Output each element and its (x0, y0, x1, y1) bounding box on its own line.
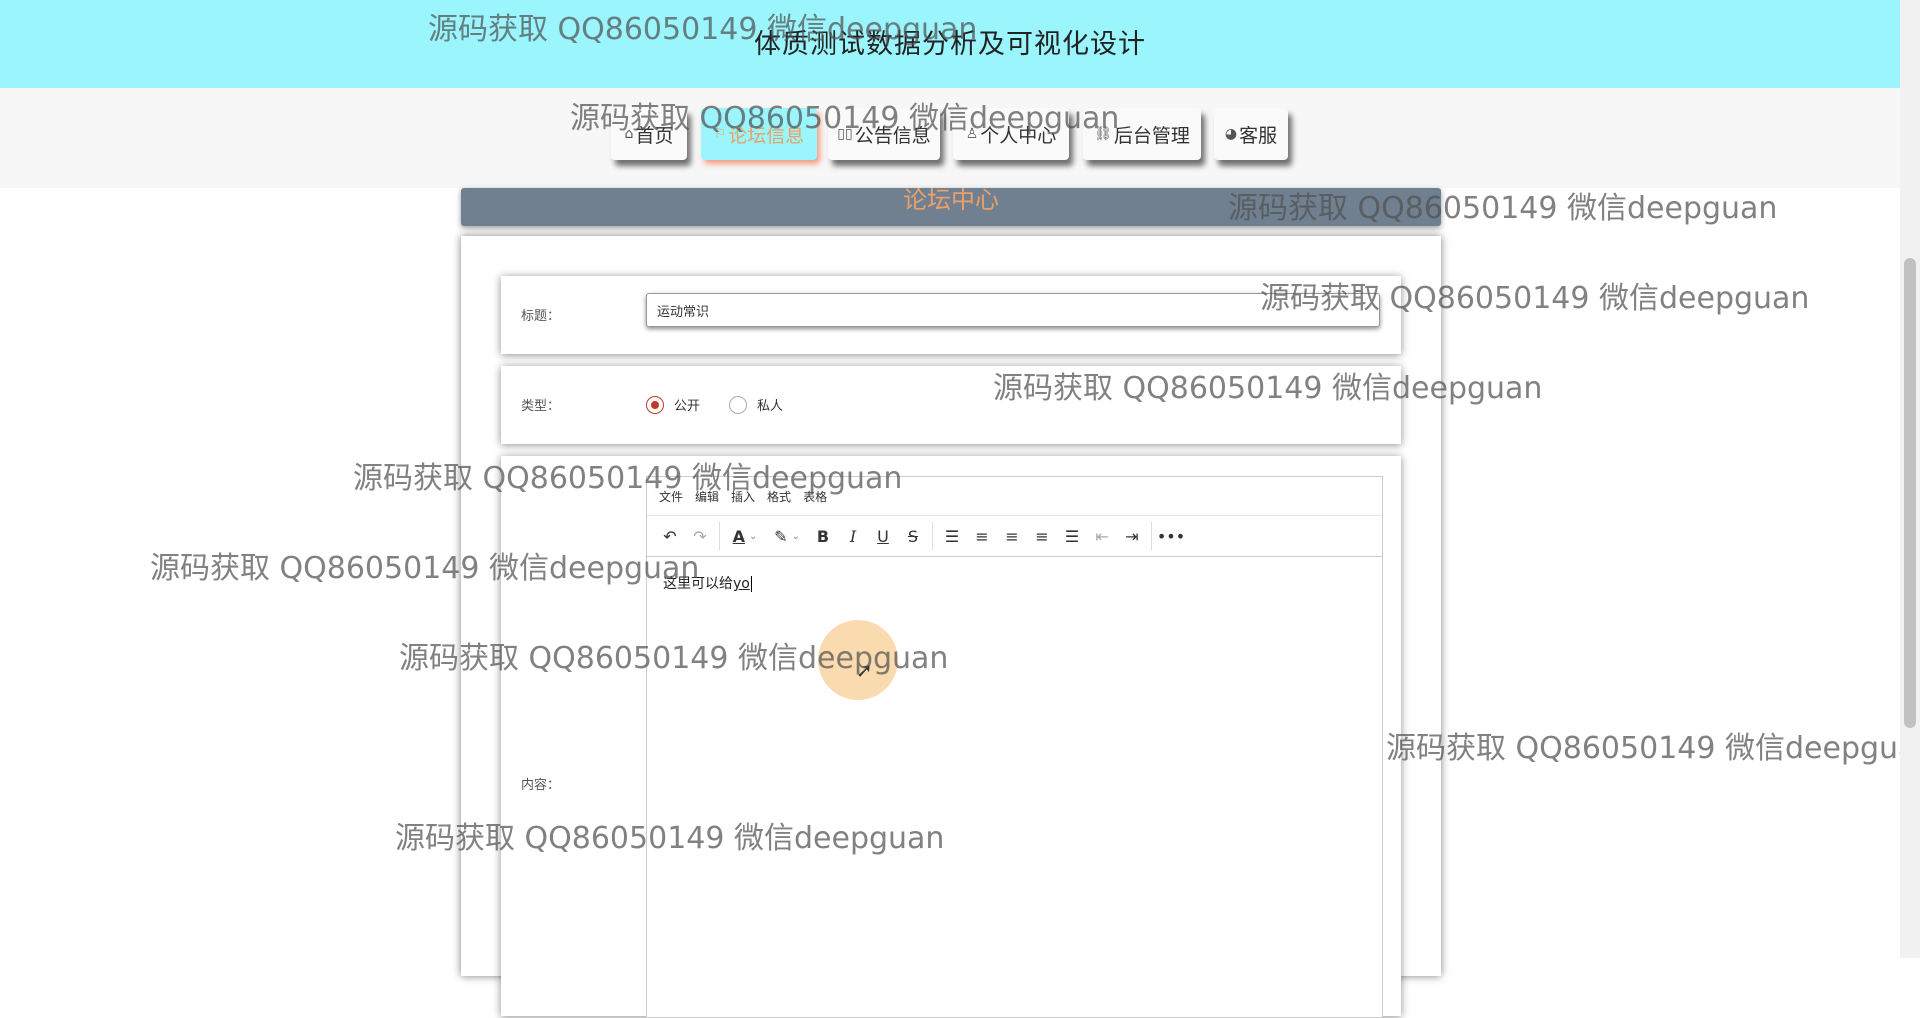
scrollbar-thumb[interactable] (1904, 258, 1916, 728)
type-label: 类型： (521, 399, 561, 414)
watermark: 源码获取 QQ86050149 微信deepguan (1386, 731, 1920, 766)
redo-icon[interactable]: ↷ (685, 522, 715, 550)
type-radio-public[interactable]: 公开 (646, 395, 700, 414)
nav-item-support[interactable]: ◕ 客服 (1214, 108, 1288, 160)
mouse-pointer-icon: ➚ (856, 658, 873, 682)
home-icon: ⌂ (624, 126, 634, 142)
flag-icon: ⚐ (713, 126, 727, 142)
user-icon: ♙ (965, 126, 979, 142)
radio-label: 公开 (674, 399, 701, 414)
bold-icon[interactable]: B (808, 522, 838, 550)
banner-title: 论坛中心 (903, 188, 999, 214)
toolbar-divider (1151, 522, 1152, 550)
outdent-icon[interactable]: ⇤ (1087, 522, 1117, 550)
nav-item-label: 首页 (635, 124, 674, 147)
align-right-icon[interactable]: ≡ (1027, 522, 1057, 550)
nav-item-label: 客服 (1239, 124, 1278, 147)
toolbar-divider (719, 522, 720, 550)
menu-file[interactable]: 文件 (659, 488, 683, 505)
editor-menubar: 文件 编辑 插入 格式 表格 (647, 477, 1382, 516)
menu-table[interactable]: 表格 (803, 488, 827, 505)
title-row: 标题： (501, 276, 1401, 354)
editor-composing-text: yo (733, 576, 750, 592)
book-icon: ▯▯ (837, 126, 853, 142)
page-header: 体质测试数据分析及可视化设计 (0, 0, 1900, 88)
nav-item-label: 公告信息 (854, 124, 931, 147)
nav-item-home[interactable]: ⌂ 首页 (611, 108, 687, 160)
strikethrough-icon[interactable]: S (898, 522, 928, 550)
undo-icon[interactable]: ↶ (655, 522, 685, 550)
chat-icon: ◕ (1224, 126, 1238, 142)
editor-toolbar: ↶ ↷ A ⌄ ✎ ⌄ B I U S ☰ ≡ ≡ ≡ ☰ ⇤ ⇥ ••• (647, 516, 1382, 557)
editor-content[interactable]: 这里可以给yo (647, 557, 1382, 609)
highlight-color-icon[interactable]: ✎ ⌄ (766, 522, 808, 550)
text-caret (750, 576, 752, 592)
nav-item-label: 后台管理 (1113, 124, 1190, 147)
nav-item-label: 个人中心 (980, 124, 1057, 147)
align-center-icon[interactable]: ≡ (997, 522, 1027, 550)
radio-label: 私人 (757, 399, 784, 414)
title-label: 标题： (521, 309, 561, 324)
line-height-icon[interactable]: ☰ (937, 522, 967, 550)
toolbar-divider (932, 522, 933, 550)
nav-bar: ⌂ 首页 ⚐ 论坛信息 ▯▯ 公告信息 ♙ 个人中心 ⛓ 后台管理 ◕ 客服 (0, 88, 1900, 188)
radio-checked-icon (646, 395, 664, 414)
rich-text-editor: 文件 编辑 插入 格式 表格 ↶ ↷ A ⌄ ✎ ⌄ B I U S ☰ ≡ ≡ ≡ (646, 476, 1383, 1018)
link-icon: ⛓ (1094, 126, 1112, 142)
type-row: 类型： 公开 私人 (501, 366, 1401, 444)
content-row: 内容： 文件 编辑 插入 格式 表格 ↶ ↷ A⌄ ✎⌄ B I U S ☰ (501, 456, 1401, 1018)
nav-item-label: 论坛信息 (728, 124, 805, 147)
align-left-icon[interactable]: ≡ (967, 522, 997, 550)
nav-item-forum[interactable]: ⚐ 论坛信息 (701, 108, 817, 160)
nav-item-admin[interactable]: ⛓ 后台管理 (1083, 108, 1201, 160)
title-input[interactable] (646, 293, 1380, 327)
nav-item-profile[interactable]: ♙ 个人中心 (953, 108, 1069, 160)
site-title: 体质测试数据分析及可视化设计 (754, 29, 1146, 60)
menu-insert[interactable]: 插入 (731, 488, 755, 505)
underline-icon[interactable]: U (868, 522, 898, 550)
forum-center-banner: 论坛中心 (461, 188, 1441, 226)
indent-icon[interactable]: ⇥ (1117, 522, 1147, 550)
text-color-icon[interactable]: A ⌄ (724, 522, 766, 550)
content-label: 内容： (521, 778, 561, 793)
type-radio-private[interactable]: 私人 (729, 395, 783, 414)
radio-unchecked-icon (729, 395, 747, 414)
align-justify-icon[interactable]: ☰ (1057, 522, 1087, 550)
nav-item-announcements[interactable]: ▯▯ 公告信息 (828, 108, 940, 160)
editor-text: 这里可以给 (663, 576, 733, 592)
post-form: 标题： 类型： 公开 私人 内容： 文件 编辑 插入 格式 表格 ↶ ↷ (461, 236, 1441, 1018)
more-icon[interactable]: ••• (1156, 522, 1186, 550)
menu-format[interactable]: 格式 (767, 488, 791, 505)
italic-icon[interactable]: I (838, 522, 868, 550)
menu-edit[interactable]: 编辑 (695, 488, 719, 505)
page-scrollbar[interactable] (1900, 0, 1920, 958)
